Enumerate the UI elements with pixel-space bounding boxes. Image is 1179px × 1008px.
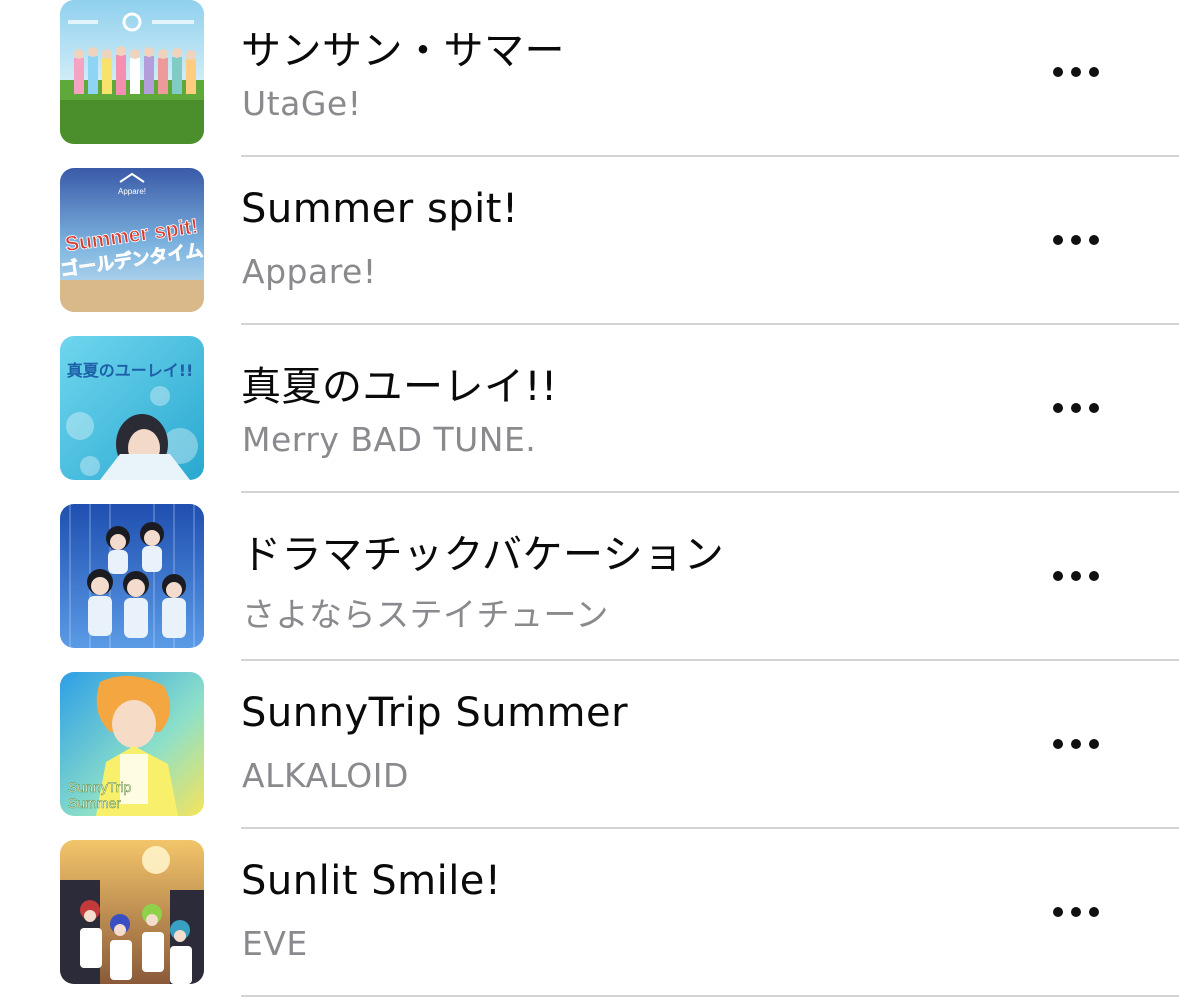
song-row[interactable]: Appare! Summer spit! ゴールデンタイム Summer spi… — [0, 168, 1179, 336]
song-row[interactable]: サンサン・サマー UtaGe! — [0, 0, 1179, 168]
more-options-button[interactable] — [1046, 892, 1106, 932]
album-artwork: Appare! Summer spit! ゴールデンタイム — [60, 168, 204, 312]
album-artwork — [60, 504, 204, 648]
more-options-button[interactable] — [1046, 556, 1106, 596]
song-list: サンサン・サマー UtaGe! Appare! Summer spit! ゴール… — [0, 0, 1179, 1000]
song-artist: ALKALOID — [242, 756, 409, 795]
more-options-button[interactable] — [1046, 220, 1106, 260]
album-artwork: 真夏のユーレイ!! — [60, 336, 204, 480]
song-artist: EVE — [242, 924, 308, 963]
song-row[interactable]: SunnyTrip Summer SunnyTrip Summer ALKALO… — [0, 672, 1179, 840]
ellipsis-horizontal-icon — [1053, 403, 1063, 413]
song-row[interactable]: Sunlit Smile! EVE — [0, 840, 1179, 1008]
album-artwork-image — [60, 504, 204, 648]
ellipsis-horizontal-icon — [1053, 739, 1063, 749]
song-artist: さよならステイチューン — [242, 595, 609, 634]
more-options-button[interactable] — [1046, 724, 1106, 764]
song-artist: Merry BAD TUNE. — [242, 420, 537, 459]
song-title: 真夏のユーレイ!! — [241, 364, 558, 410]
row-divider — [241, 491, 1179, 493]
row-divider — [241, 155, 1179, 157]
album-artwork — [60, 840, 204, 984]
more-options-button[interactable] — [1046, 52, 1106, 92]
album-artwork-image: Appare! Summer spit! ゴールデンタイム — [60, 168, 204, 312]
artwork-title-text: 真夏のユーレイ!! — [67, 361, 194, 380]
row-divider — [241, 995, 1179, 997]
ellipsis-horizontal-icon — [1053, 67, 1063, 77]
album-artwork-image: SunnyTrip Summer — [60, 672, 204, 816]
row-divider — [241, 659, 1179, 661]
ellipsis-horizontal-icon — [1053, 907, 1063, 917]
album-artwork-image — [60, 840, 204, 984]
artwork-title-text: SunnyTrip — [68, 779, 132, 795]
song-artist: UtaGe! — [242, 84, 362, 123]
row-divider — [241, 827, 1179, 829]
song-artist: Appare! — [242, 252, 377, 291]
song-title: Sunlit Smile! — [241, 858, 502, 904]
album-artwork: SunnyTrip Summer — [60, 672, 204, 816]
row-divider — [241, 323, 1179, 325]
song-title: ドラマチックバケーション — [241, 532, 725, 578]
song-title: サンサン・サマー — [241, 28, 565, 74]
song-title: SunnyTrip Summer — [241, 690, 629, 736]
ellipsis-horizontal-icon — [1053, 235, 1063, 245]
artwork-subtitle-text: Summer — [68, 795, 121, 811]
more-options-button[interactable] — [1046, 388, 1106, 428]
album-artwork-image: 真夏のユーレイ!! — [60, 336, 204, 480]
album-artwork-image — [60, 0, 204, 144]
album-artwork — [60, 0, 204, 144]
song-row[interactable]: ドラマチックバケーション さよならステイチューン — [0, 504, 1179, 672]
ellipsis-horizontal-icon — [1053, 571, 1063, 581]
artwork-logo-text: Appare! — [118, 187, 146, 196]
song-title: Summer spit! — [241, 186, 519, 232]
song-row[interactable]: 真夏のユーレイ!! 真夏のユーレイ!! Merry BAD TUNE. — [0, 336, 1179, 504]
